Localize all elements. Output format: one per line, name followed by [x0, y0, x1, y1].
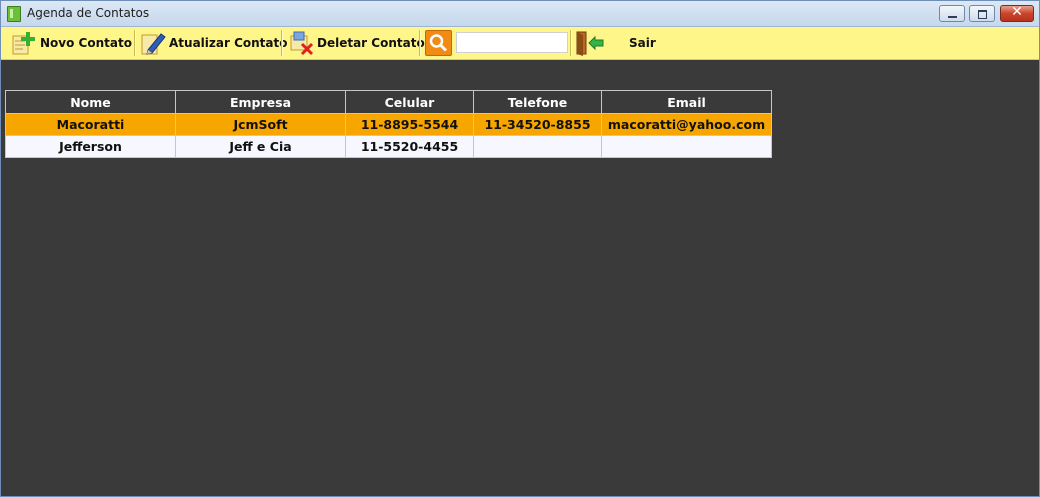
minimize-button[interactable] — [939, 5, 965, 22]
exit-door-button[interactable] — [575, 27, 604, 59]
cell-email[interactable]: macoratti@yahoo.com — [601, 113, 772, 136]
cell-telefone[interactable] — [473, 135, 602, 158]
cell-nome[interactable]: Jefferson — [5, 135, 176, 158]
contacts-grid[interactable]: Nome Empresa Celular Telefone Email Maco… — [5, 90, 772, 158]
maximize-icon — [978, 10, 987, 19]
cell-celular[interactable]: 11-8895-5544 — [345, 113, 474, 136]
window-title: Agenda de Contatos — [27, 6, 150, 20]
add-contact-icon — [11, 30, 37, 56]
exit-button[interactable]: Sair — [629, 27, 656, 59]
toolbar-separator — [419, 30, 421, 56]
minimize-icon — [948, 16, 957, 18]
new-contact-label: Novo Contato — [40, 36, 132, 50]
exit-door-icon — [575, 30, 604, 56]
toolbar-separator — [281, 30, 283, 56]
close-button[interactable]: ✕ — [1000, 4, 1034, 22]
table-row[interactable]: Jefferson Jeff e Cia 11-5520-4455 — [5, 135, 772, 158]
search-input[interactable] — [456, 32, 568, 53]
exit-label: Sair — [629, 36, 656, 50]
cell-empresa[interactable]: JcmSoft — [175, 113, 346, 136]
app-window: Agenda de Contatos ✕ Novo Contato Atuali… — [0, 0, 1040, 497]
delete-contact-label: Deletar Contato — [317, 36, 425, 50]
cell-empresa[interactable]: Jeff e Cia — [175, 135, 346, 158]
cell-email[interactable] — [601, 135, 772, 158]
cell-telefone[interactable]: 11-34520-8855 — [473, 113, 602, 136]
column-header-nome[interactable]: Nome — [5, 90, 176, 114]
update-contact-label: Atualizar Contato — [169, 36, 288, 50]
address-book-icon — [7, 6, 21, 22]
edit-pencil-icon — [140, 30, 166, 56]
cell-nome[interactable]: Macoratti — [5, 113, 176, 136]
toolbar-separator — [134, 30, 136, 56]
column-header-empresa[interactable]: Empresa — [175, 90, 346, 114]
column-header-telefone[interactable]: Telefone — [473, 90, 602, 114]
update-contact-button[interactable]: Atualizar Contato — [140, 27, 287, 59]
toolbar-separator — [570, 30, 572, 56]
close-icon: ✕ — [1011, 4, 1023, 20]
column-header-celular[interactable]: Celular — [345, 90, 474, 114]
title-bar: Agenda de Contatos ✕ — [1, 1, 1039, 27]
column-header-email[interactable]: Email — [601, 90, 772, 114]
grid-header-row: Nome Empresa Celular Telefone Email — [5, 90, 772, 114]
delete-contact-button[interactable]: Deletar Contato — [288, 27, 425, 59]
magnifier-icon — [429, 34, 448, 52]
new-contact-button[interactable]: Novo Contato — [11, 27, 132, 59]
table-row[interactable]: Macoratti JcmSoft 11-8895-5544 11-34520-… — [5, 113, 772, 136]
maximize-button[interactable] — [969, 5, 995, 22]
delete-contact-icon — [288, 30, 314, 56]
cell-celular[interactable]: 11-5520-4455 — [345, 135, 474, 158]
search-button[interactable] — [425, 30, 452, 56]
